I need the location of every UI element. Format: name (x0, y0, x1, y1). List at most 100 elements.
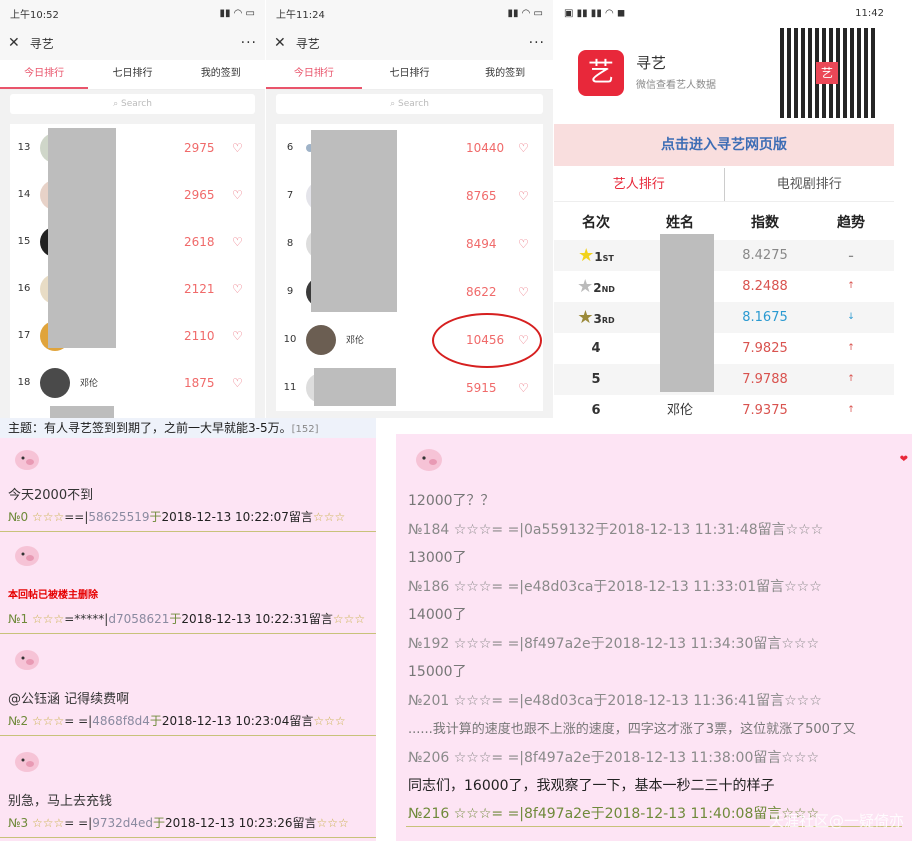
heart-icon[interactable]: ♡ (518, 285, 529, 299)
list-item[interactable]: 14 2965 ♡ (10, 171, 255, 218)
heart-icon[interactable]: ♡ (232, 329, 243, 343)
table-row[interactable]: ★3RD 8.1675 ↓ (554, 302, 894, 333)
yu-label: 于 (169, 612, 182, 626)
heart-icon[interactable]: ♡ (232, 376, 243, 390)
separator: =*****| (64, 612, 109, 626)
rank-suffix: ST (602, 254, 614, 263)
topic-title: 主题：有人寻艺签到到期了，之前一大早就能3-5万。 (8, 421, 292, 435)
reply-meta: №206 ☆☆☆= =|8f497a2e于2018-12-13 11:38:00… (408, 750, 820, 766)
tab-my-signin[interactable]: 我的签到 (177, 60, 265, 89)
search-placeholder: Search (120, 99, 152, 109)
status-bar: 上午10:52 ▮▮ ◠ ▭ (0, 0, 265, 26)
list-item[interactable]: 13 2975 ♡ (10, 124, 255, 171)
rank-number: 16 (17, 283, 31, 294)
heart-icon[interactable]: ❤ (900, 454, 908, 465)
heart-icon[interactable]: ♡ (232, 282, 243, 296)
more-icon[interactable]: ··· (241, 35, 257, 51)
user-id[interactable]: 4868f8d4 (92, 714, 150, 728)
avatar (306, 324, 336, 355)
app-logo: 艺 (578, 50, 624, 96)
index-value: 7.9788 (742, 372, 788, 387)
heart-icon[interactable]: ♡ (232, 141, 243, 155)
post: 今天2000不到 №0 ☆☆☆==|58625519于2018-12-13 10… (0, 438, 376, 532)
redaction-block (50, 406, 114, 418)
table-row[interactable]: ★2ND 8.2488 ↑ (554, 271, 894, 302)
post-time: 2018-12-13 10:22:31留言 (181, 612, 333, 626)
rank-number: 6 (286, 142, 294, 153)
index-value: 7.9825 (742, 341, 788, 356)
heart-icon[interactable]: ♡ (518, 189, 529, 203)
heart-icon[interactable]: ♡ (518, 381, 529, 395)
page-title: 寻艺 (29, 36, 54, 51)
index-value: 8.2488 (742, 279, 788, 294)
search-input[interactable]: ⌕ Search (10, 94, 255, 114)
heart-icon[interactable]: ♡ (232, 188, 243, 202)
close-icon[interactable]: ✕ (8, 35, 20, 51)
separator: = =| (64, 816, 93, 830)
col-rank: 名次 (582, 215, 610, 231)
redaction-block (314, 368, 396, 406)
index-value: 7.9375 (742, 403, 788, 418)
tab-seven-day[interactable]: 七日排行 (88, 60, 176, 89)
table-row[interactable]: 4 7.9825 ↑ (554, 333, 894, 364)
rank-number: 4 (591, 341, 601, 356)
app-name: 寻艺 (636, 54, 667, 72)
post-text: 今天2000不到 (8, 488, 94, 503)
reply-line: 同志们，16000了，我观察了一下，基本一秒二三十的样子 (408, 778, 775, 794)
rank-number: 2 (593, 281, 602, 295)
heart-icon[interactable]: ♡ (518, 141, 529, 155)
tab-seven-day[interactable]: 七日排行 (362, 60, 458, 89)
reply-meta: №186 ☆☆☆= =|e48d03ca于2018-12-13 11:33:01… (408, 579, 822, 595)
rank-suffix: ND (601, 285, 615, 294)
table-row[interactable]: ★1ST 8.4275 - (554, 240, 894, 271)
tab-today[interactable]: 今日排行 (0, 60, 89, 89)
avatar (40, 367, 70, 398)
rank-number: 5 (591, 372, 601, 387)
reply-meta: №184 ☆☆☆= =|0a559132于2018-12-13 11:31:48… (408, 522, 824, 538)
table-row[interactable]: 6 邓伦 7.9375 ↑ (554, 395, 894, 426)
rank-number: 18 (17, 377, 31, 388)
yu-label: 于 (149, 510, 162, 524)
heart-icon[interactable]: ♡ (232, 235, 243, 249)
list-item[interactable]: 18 邓伦 1875 ♡ (10, 359, 255, 406)
status-time: 上午10:52 (10, 9, 59, 21)
rank-suffix: RD (601, 316, 615, 325)
tab-today[interactable]: 今日排行 (266, 60, 362, 89)
tab-my-signin[interactable]: 我的签到 (457, 60, 553, 89)
close-icon[interactable]: ✕ (274, 35, 286, 51)
list-item[interactable]: 17 2110 ♡ (10, 312, 255, 359)
user-id[interactable]: 58625519 (88, 510, 149, 524)
post-number: №3 (8, 816, 29, 830)
list-item[interactable]: 16 2121 ♡ (10, 265, 255, 312)
user-id[interactable]: d7058621 (108, 612, 169, 626)
rank-number: 6 (591, 403, 601, 418)
index-value: 8.1675 (742, 310, 788, 325)
trend-icon: - (848, 246, 854, 265)
bronze-star-icon: ★ (577, 307, 594, 328)
tab-artist-ranking[interactable]: 艺人排行 (554, 168, 725, 201)
search-input[interactable]: ⌕ Search (276, 94, 543, 114)
rank-number: 14 (17, 189, 31, 200)
post: @公钰涵 记得续费啊 №2 ☆☆☆= =|4868f8d4于2018-12-13… (0, 636, 376, 736)
table-row[interactable]: 5 7.9788 ↑ (554, 364, 894, 395)
phone-screenshot-1: 上午10:52 ▮▮ ◠ ▭ ✕ 寻艺 ··· 今日排行 七日排行 我的签到 ⌕ Se… (0, 0, 265, 418)
pig-avatar-icon (12, 644, 42, 672)
user-id[interactable]: 9732d4ed (92, 816, 153, 830)
rank-number: 1 (594, 250, 603, 264)
artist-name: 邓伦 (666, 403, 693, 418)
status-time: 上午11:24 (276, 9, 325, 21)
score: 2618 (184, 234, 215, 249)
score: 10440 (466, 140, 505, 155)
status-time: 11:42 (855, 7, 884, 19)
post: 别急，马上去充钱 №3 ☆☆☆= =|9732d4ed于2018-12-13 1… (0, 738, 376, 838)
more-icon[interactable]: ··· (529, 35, 545, 51)
yu-label: 于 (149, 714, 162, 728)
web-version-banner[interactable]: 点击进入寻艺网页版 (554, 124, 894, 166)
ranking-list: 13 2975 ♡ 14 2965 ♡ 15 2618 ♡ 16 2121 ♡ 17 2110 ♡ … (10, 124, 255, 418)
heart-icon[interactable]: ♡ (518, 237, 529, 251)
qr-code[interactable]: 艺 (780, 28, 876, 118)
app-header: 艺 寻艺 微信查看艺人数据 艺 (554, 22, 894, 122)
score: 8494 (466, 236, 497, 251)
list-item[interactable]: 15 2618 ♡ (10, 218, 255, 265)
tab-tv-ranking[interactable]: 电视剧排行 (725, 168, 895, 201)
